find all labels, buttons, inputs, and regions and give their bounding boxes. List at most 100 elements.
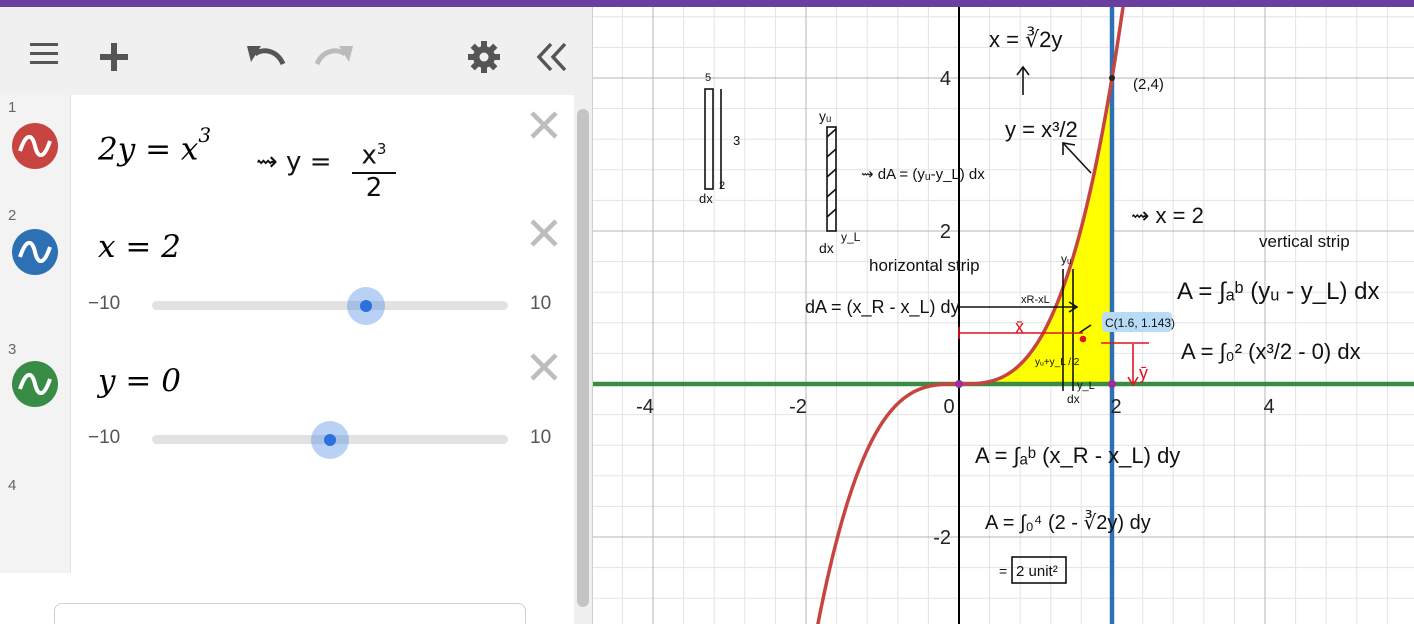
curve-pointer-arrow (1062, 142, 1092, 174)
expression-list: 1 2y = x3 ⇝ y = x3 2 2 x = 2 −10 10 3 y … (0, 95, 574, 624)
note-curve-eq: y = x³/2 (1005, 117, 1078, 142)
note-area-horizontal-general: A = ∫ₐᵇ (x_R - x_L) dy (975, 443, 1180, 468)
note-vertical-strip: vertical strip (1259, 232, 1350, 251)
expression-panel: 1 2y = x3 ⇝ y = x3 2 2 x = 2 −10 10 3 y … (0, 7, 593, 624)
expression-index: 4 (8, 477, 17, 494)
expression-exponent: 3 (198, 123, 212, 147)
note-area-vertical-specific: A = ∫₀² (x³/2 - 0) dx (1181, 339, 1361, 364)
hatch-line (826, 188, 837, 198)
expression-row-2[interactable]: 2 x = 2 −10 10 (0, 203, 574, 338)
hatch-line (826, 148, 837, 158)
note-lhs: ⇝ y = (256, 147, 332, 177)
note-strip-dx: dx (819, 240, 834, 256)
wave-icon[interactable] (12, 229, 58, 275)
x-tick-label: -2 (789, 396, 807, 418)
point-origin[interactable] (955, 380, 963, 388)
expression-latex[interactable]: 2y = x3 (98, 123, 211, 168)
x-tick-label: 4 (1263, 396, 1274, 418)
x-tick-label: -4 (636, 396, 654, 418)
hatch-line (826, 128, 837, 138)
point-2-4[interactable] (1109, 75, 1115, 81)
note-horizontal-strip: horizontal strip (869, 256, 980, 275)
y-tick-label: 4 (940, 68, 951, 90)
expression-row-4[interactable]: 4 (0, 473, 574, 573)
x-tick-label: 2 (1110, 396, 1121, 418)
centroid-dot (1079, 335, 1087, 343)
note-xr-xl: xR-xL (1021, 294, 1050, 306)
y-tick-label: 2 (940, 221, 951, 243)
slider-min: −10 (88, 427, 121, 448)
expression-latex[interactable]: x = 2 (98, 229, 181, 265)
hatch-line (826, 208, 837, 218)
note-den: 2 (352, 171, 396, 202)
note-strip-yl: y_L (841, 230, 861, 244)
hamburger-icon[interactable] (26, 41, 62, 67)
note-strip-yu: yᵤ (819, 108, 831, 124)
note-small-2: 2 (719, 180, 725, 192)
note-yu-plus-yl: yᵤ+y_L / 2 (1035, 357, 1080, 368)
note-xbar: x̄ (1015, 317, 1024, 337)
slider-handle[interactable] (324, 434, 336, 446)
wave-icon[interactable] (12, 361, 58, 407)
note-yl-near: y_L (1077, 380, 1095, 392)
note-num-exp: 3 (376, 140, 387, 158)
slider-y[interactable]: −10 10 (86, 419, 556, 459)
expression-gutter: 2 (0, 203, 71, 337)
note-num: x (361, 140, 377, 171)
double-chevron-left-icon[interactable] (526, 35, 576, 79)
slider-max: 10 (530, 427, 552, 448)
close-icon[interactable] (528, 109, 560, 141)
scrollbar-thumb[interactable] (577, 109, 589, 607)
expression-index: 2 (8, 207, 17, 224)
note-dA-horizontal: dA = (x_R - x_L) dy (805, 297, 960, 318)
note-dA-vertical: ⇝ dA = (yᵤ-y_L) dx (861, 166, 985, 183)
expression-gutter: 3 (0, 337, 71, 473)
point-2-0[interactable] (1108, 380, 1116, 388)
expression-latex[interactable]: y = 0 (98, 363, 181, 399)
slider-x[interactable]: −10 10 (86, 285, 556, 325)
note-result-prefix: = (999, 563, 1007, 579)
note-top-eq: x = ∛2y (989, 27, 1062, 52)
note-centroid: C(1.6, 1.143) (1105, 316, 1175, 330)
note-area-horizontal-specific: A = ∫₀⁴ (2 - ∛2y) dy (985, 510, 1151, 534)
note-line-label: ⇝ x = 2 (1131, 203, 1204, 228)
slider-max: 10 (530, 293, 552, 314)
top-accent-bar (0, 0, 1414, 7)
point-label-2-4: (2,4) (1133, 76, 1164, 93)
expression-gutter: 1 (0, 95, 71, 203)
expression-gutter: 4 (0, 473, 71, 573)
note-dx-near: dx (1067, 392, 1080, 406)
handwritten-note: ⇝ y = (256, 147, 332, 177)
expression-row-3[interactable]: 3 y = 0 −10 10 (0, 337, 574, 474)
y-tick-label: -2 (933, 527, 951, 549)
undo-icon[interactable] (240, 35, 290, 75)
expression-scrollbar[interactable] (574, 95, 592, 624)
graph-svg[interactable]: -4 -2 0 2 4 4 2 -2 x = ∛2y y = x³/2 ⇝ x = 2… (593, 7, 1414, 624)
slider-min: −10 (88, 293, 121, 314)
gear-icon[interactable] (462, 35, 506, 79)
expression-row-1[interactable]: 1 2y = x3 ⇝ y = x3 2 (0, 95, 574, 204)
expression-lhs: 2y = x (98, 131, 199, 168)
handwritten-text: x = ∛2y y = x³/2 ⇝ x = 2 vertical strip … (699, 27, 1379, 580)
note-fraction: x3 2 (352, 135, 396, 202)
slider-handle[interactable] (359, 300, 372, 312)
expression-index: 1 (8, 99, 17, 116)
note-small-5: 5 (705, 72, 711, 84)
expression-toolbar (0, 7, 592, 96)
expression-input-box[interactable] (54, 603, 526, 624)
x-tick-label: 0 (943, 396, 954, 418)
close-icon[interactable] (528, 217, 560, 249)
close-icon[interactable] (528, 351, 560, 383)
note-ybar: ȳ (1139, 363, 1148, 383)
note-result: 2 unit² (1016, 563, 1058, 580)
redo-icon[interactable] (310, 35, 360, 75)
graph-canvas[interactable]: -4 -2 0 2 4 4 2 -2 x = ∛2y y = x³/2 ⇝ x … (593, 7, 1414, 624)
plus-icon[interactable] (92, 35, 136, 79)
note-area-vertical-general: A = ∫ₐᵇ (yᵤ - y_L) dx (1177, 278, 1379, 305)
note-yu-near: yᵤ (1061, 252, 1072, 266)
note-small-dx: dx (699, 191, 713, 206)
wave-icon[interactable] (12, 123, 58, 169)
slider-track[interactable] (152, 301, 508, 310)
expression-index: 3 (8, 341, 17, 358)
note-small-3: 3 (733, 133, 740, 148)
